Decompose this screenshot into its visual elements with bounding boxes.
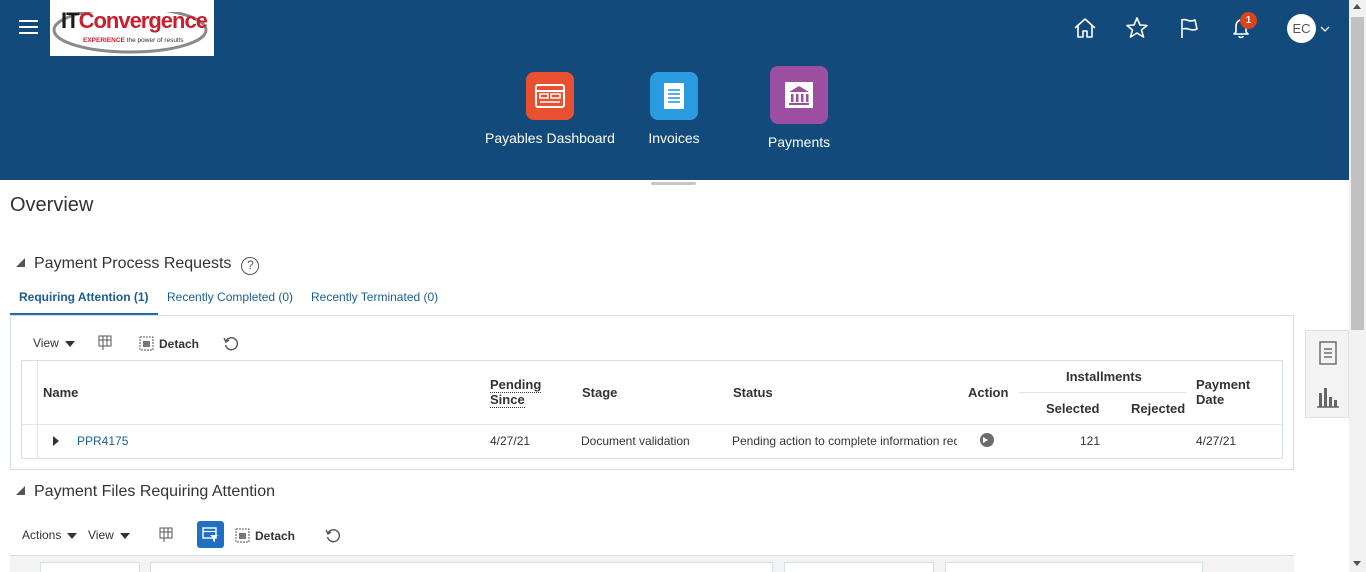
notification-count-badge[interactable]: 1 bbox=[1240, 12, 1257, 29]
bank-icon bbox=[770, 66, 828, 124]
column-header-status[interactable]: Status bbox=[733, 385, 773, 400]
page-title: Overview bbox=[10, 194, 94, 216]
tab-recently-completed[interactable]: Recently Completed (0) bbox=[167, 284, 293, 316]
cell-stage: Document validation bbox=[581, 434, 690, 448]
cell-payment-date: 4/27/21 bbox=[1196, 434, 1237, 448]
column-header-selected[interactable]: Selected bbox=[1046, 401, 1099, 416]
springboard-payments[interactable]: Payments bbox=[734, 60, 864, 150]
view-menu-button[interactable]: View bbox=[33, 336, 75, 350]
tab-requiring-attention[interactable]: Requiring Attention (1) bbox=[10, 284, 158, 316]
refresh-icon[interactable] bbox=[324, 527, 341, 544]
ppr-section-header[interactable]: Payment Process Requests? bbox=[16, 255, 260, 275]
freeze-columns-icon[interactable] bbox=[158, 526, 175, 543]
global-header: ITConvergence EXPERIENCE the power of re… bbox=[0, 0, 1349, 180]
collapse-header-handle[interactable] bbox=[651, 182, 696, 185]
tab-recently-terminated[interactable]: Recently Terminated (0) bbox=[311, 284, 438, 316]
caret-down-icon bbox=[64, 341, 75, 347]
column-header-stage[interactable]: Stage bbox=[582, 385, 617, 400]
side-panel-tabs bbox=[1305, 330, 1349, 418]
table-column-header bbox=[945, 562, 1203, 572]
payment-files-table bbox=[10, 555, 1294, 572]
caret-down-icon bbox=[67, 533, 78, 539]
payment-files-section-header[interactable]: Payment Files Requiring Attention bbox=[16, 483, 275, 501]
payment-files-section-title: Payment Files Requiring Attention bbox=[34, 483, 276, 500]
menu-icon[interactable] bbox=[19, 20, 38, 35]
springboard-invoices[interactable]: Invoices bbox=[609, 66, 739, 146]
collapse-triangle-icon[interactable] bbox=[16, 258, 25, 267]
bar-chart-icon[interactable] bbox=[1306, 375, 1350, 419]
logo-wordmark: ITConvergence bbox=[61, 8, 208, 33]
invoice-icon bbox=[650, 72, 698, 120]
column-header-rejected[interactable]: Rejected bbox=[1131, 401, 1185, 416]
column-header-name[interactable]: Name bbox=[43, 385, 78, 400]
springboard-label: Payables Dashboard bbox=[485, 130, 615, 146]
column-header-payment-date[interactable]: Payment Date bbox=[1196, 377, 1266, 407]
filter-icon bbox=[202, 526, 218, 542]
detach-icon bbox=[235, 528, 250, 543]
scroll-down-icon[interactable] bbox=[1353, 561, 1361, 566]
help-icon[interactable]: ? bbox=[241, 257, 260, 275]
header-row-divider bbox=[22, 424, 1282, 425]
ppr-table: Name Pending Since Stage Status Action I… bbox=[21, 360, 1283, 459]
cell-selected: 121 bbox=[1080, 434, 1101, 448]
springboard-payables-dashboard[interactable]: Payables Dashboard bbox=[485, 66, 615, 146]
table-column-header bbox=[784, 562, 934, 572]
ppr-section-title: Payment Process Requests bbox=[34, 255, 232, 272]
collapse-triangle-icon[interactable] bbox=[16, 486, 25, 495]
detach-button[interactable]: Detach bbox=[139, 336, 199, 351]
refresh-icon[interactable] bbox=[222, 335, 239, 352]
company-logo[interactable]: ITConvergence EXPERIENCE the power of re… bbox=[50, 0, 214, 56]
springboard-label: Payments bbox=[767, 134, 831, 150]
watchlist-flag-icon[interactable] bbox=[1175, 14, 1203, 42]
logo-tagline: EXPERIENCE the power of results bbox=[83, 37, 184, 44]
table-column-header bbox=[150, 562, 773, 572]
header-group-divider bbox=[1019, 392, 1187, 393]
detach-icon bbox=[139, 336, 154, 351]
dashboard-icon bbox=[526, 72, 574, 120]
actions-menu-button[interactable]: Actions bbox=[22, 528, 78, 542]
caret-down-icon bbox=[119, 533, 130, 539]
favorites-star-icon[interactable] bbox=[1123, 14, 1151, 42]
take-action-arrow-icon[interactable] bbox=[980, 433, 994, 447]
ppr-name-link[interactable]: PPR4175 bbox=[77, 434, 128, 448]
column-header-action[interactable]: Action bbox=[968, 385, 1008, 400]
freeze-columns-icon[interactable] bbox=[97, 334, 114, 351]
cell-pending-since: 4/27/21 bbox=[490, 434, 531, 448]
user-avatar[interactable]: EC bbox=[1287, 14, 1316, 43]
detach-button[interactable]: Detach bbox=[235, 528, 295, 543]
scroll-up-icon[interactable] bbox=[1353, 4, 1361, 9]
column-header-pending-since[interactable]: Pending Since bbox=[490, 377, 550, 408]
row-selector-gutter bbox=[22, 361, 38, 458]
cell-status: Pending action to complete information r… bbox=[732, 434, 957, 448]
chevron-down-icon[interactable] bbox=[1320, 24, 1330, 34]
column-group-installments: Installments bbox=[1066, 369, 1142, 384]
task-list-icon[interactable] bbox=[1306, 331, 1350, 375]
home-icon[interactable] bbox=[1071, 14, 1099, 42]
table-column-header bbox=[40, 562, 140, 572]
view-menu-button[interactable]: View bbox=[88, 528, 130, 542]
expand-row-icon[interactable] bbox=[53, 436, 59, 446]
scrollbar-thumb[interactable] bbox=[1351, 17, 1364, 330]
query-by-example-filter-button[interactable] bbox=[197, 521, 224, 548]
springboard-label: Invoices bbox=[648, 130, 700, 146]
